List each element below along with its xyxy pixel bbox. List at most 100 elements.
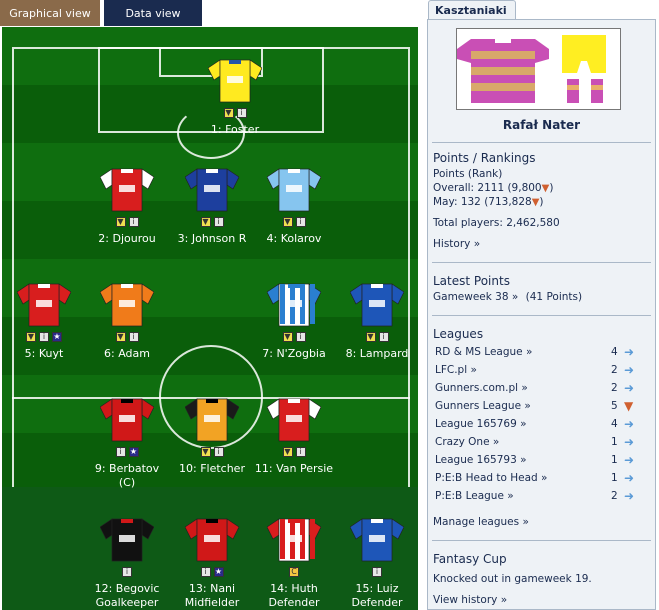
player-name: 9: Berbatov: [94, 462, 160, 475]
player-icons: ▼ i: [172, 447, 252, 459]
total-players: Total players: 2,462,580: [433, 217, 560, 229]
flag-icon[interactable]: ▼: [115, 217, 126, 227]
fantasy-cup-title: Fantasy Cup: [433, 552, 507, 566]
league-row: P:E:B League » 2 ➜: [435, 489, 643, 506]
info-icon[interactable]: i: [236, 108, 247, 118]
info-icon[interactable]: i: [372, 567, 382, 577]
gameweek-link[interactable]: Gameweek 38 »: [433, 291, 518, 303]
manage-leagues-link[interactable]: Manage leagues »: [433, 516, 529, 528]
league-link[interactable]: P:E:B Head to Head »: [435, 472, 547, 484]
player-p10[interactable]: ▼ i 10: Fletcher: [172, 397, 252, 476]
view-history-link[interactable]: View history »: [433, 594, 507, 606]
divider: [432, 142, 651, 143]
league-link[interactable]: Crazy One »: [435, 436, 499, 448]
wolves-shirt-icon: [185, 398, 239, 442]
right-arrow-icon: ➜: [624, 417, 635, 431]
info-icon[interactable]: i: [295, 332, 306, 342]
tab-graphical-view[interactable]: Graphical view: [0, 0, 100, 26]
league-link[interactable]: Gunners League »: [435, 400, 531, 412]
team-tab[interactable]: Kasztaniaki: [428, 0, 516, 20]
star-icon[interactable]: ★: [52, 332, 62, 342]
history-link[interactable]: History »: [433, 238, 480, 250]
team-shirt-icon: [457, 37, 549, 103]
player-name: 4: Kolarov: [266, 232, 322, 245]
info-icon[interactable]: i: [295, 447, 306, 457]
league-link[interactable]: Gunners.com.pl »: [435, 382, 528, 394]
manager-name: Rafał Nater: [502, 118, 581, 132]
league-rank: 4: [611, 418, 618, 430]
player-name: 7: N'Zogbia: [262, 347, 326, 360]
info-icon[interactable]: i: [128, 332, 139, 342]
star-icon[interactable]: ★: [128, 447, 139, 457]
league-rank: 4: [611, 346, 618, 358]
player-b14[interactable]: C 14: Huth Defender: [254, 517, 334, 610]
player-b15[interactable]: i 15: Luiz Defender: [337, 517, 417, 610]
right-arrow-icon: ➜: [624, 381, 635, 395]
player-icons: i: [337, 567, 417, 579]
player-icons: ▼ i: [254, 447, 334, 459]
sidebar: Rafał Nater Points / Rankings Points (Ra…: [427, 19, 656, 610]
player-name: 3: Johnson R: [177, 232, 247, 245]
stoke-shirt-icon: [267, 518, 321, 562]
league-link[interactable]: League 165769 »: [435, 418, 527, 430]
flag-icon[interactable]: ▼: [200, 217, 211, 227]
info-icon[interactable]: i: [378, 332, 389, 342]
player-subtitle: Goalkeeper: [95, 596, 159, 609]
flag-icon[interactable]: ▼: [282, 332, 293, 342]
flag-icon[interactable]: ▼: [26, 332, 36, 342]
blue-stripes-shirt-icon: [267, 283, 321, 327]
info-icon[interactable]: i: [122, 567, 132, 577]
player-icons: ▼ i: [254, 217, 334, 229]
player-p9[interactable]: i ★ 9: Berbatov (C): [87, 397, 167, 490]
player-icons: ▼ i: [254, 332, 334, 344]
gameweek-row: Gameweek 38 » (41 Points): [433, 291, 582, 303]
tab-data-view[interactable]: Data view: [104, 0, 202, 26]
flag-icon[interactable]: ▼: [282, 217, 293, 227]
flag-icon[interactable]: ▼: [365, 332, 376, 342]
flag-icon[interactable]: ▼: [282, 447, 293, 457]
captain-icon[interactable]: C: [289, 567, 299, 577]
player-p5[interactable]: ▼ i ★ 5: Kuyt: [4, 282, 84, 361]
info-icon[interactable]: i: [115, 447, 126, 457]
info-icon[interactable]: i: [39, 332, 49, 342]
info-icon[interactable]: i: [213, 447, 224, 457]
player-p3[interactable]: ▼ i 3: Johnson R: [172, 167, 252, 246]
player-icons: ▼ i: [87, 332, 167, 344]
player-name: 15: Luiz: [355, 582, 399, 595]
right-arrow-icon: ➜: [624, 453, 635, 467]
star-icon[interactable]: ★: [213, 567, 224, 577]
league-link[interactable]: RD & MS League »: [435, 346, 532, 358]
red-shirt-icon: [17, 283, 71, 327]
overall-points: Overall: 2111 (9,800▼): [433, 182, 553, 194]
chelsea-shirt-icon: [350, 283, 404, 327]
player-p11[interactable]: ▼ i 11: Van Persie: [254, 397, 334, 476]
player-b12[interactable]: i 12: Begovic Goalkeeper: [87, 517, 167, 610]
may-points: May: 132 (713,828▼): [433, 196, 544, 208]
league-rank: 2: [611, 382, 618, 394]
player-p2[interactable]: ▼ i 2: Djourou: [87, 167, 167, 246]
player-p7[interactable]: ▼ i 7: N'Zogbia: [254, 282, 334, 361]
league-link[interactable]: LFC.pl »: [435, 364, 477, 376]
flag-icon[interactable]: ▼: [200, 447, 211, 457]
player-name: 6: Adam: [104, 347, 150, 360]
league-link[interactable]: P:E:B League »: [435, 490, 514, 502]
league-rank: 5: [611, 400, 618, 412]
flag-icon[interactable]: ▼: [223, 108, 234, 118]
player-subtitle: Defender: [351, 596, 403, 609]
team-kit-image: [457, 35, 606, 103]
info-icon[interactable]: i: [128, 217, 139, 227]
info-icon[interactable]: i: [295, 217, 306, 227]
player-p4[interactable]: ▼ i 4: Kolarov: [254, 167, 334, 246]
player-p6[interactable]: ▼ i 6: Adam: [87, 282, 167, 361]
player-b13[interactable]: i ★ 13: Nani Midfielder: [172, 517, 252, 610]
player-p1[interactable]: ▼ i 1: Foster: [195, 58, 275, 137]
divider: [432, 315, 651, 316]
info-icon[interactable]: i: [200, 567, 211, 577]
player-p8[interactable]: ▼ i 8: Lampard: [337, 282, 417, 361]
flag-icon[interactable]: ▼: [115, 332, 126, 342]
latest-points-title: Latest Points: [433, 274, 510, 288]
info-icon[interactable]: i: [213, 217, 224, 227]
league-link[interactable]: League 165793 »: [435, 454, 527, 466]
yellow-shirt-icon: [208, 59, 262, 103]
cup-status: Knocked out in gameweek 19.: [433, 573, 592, 585]
